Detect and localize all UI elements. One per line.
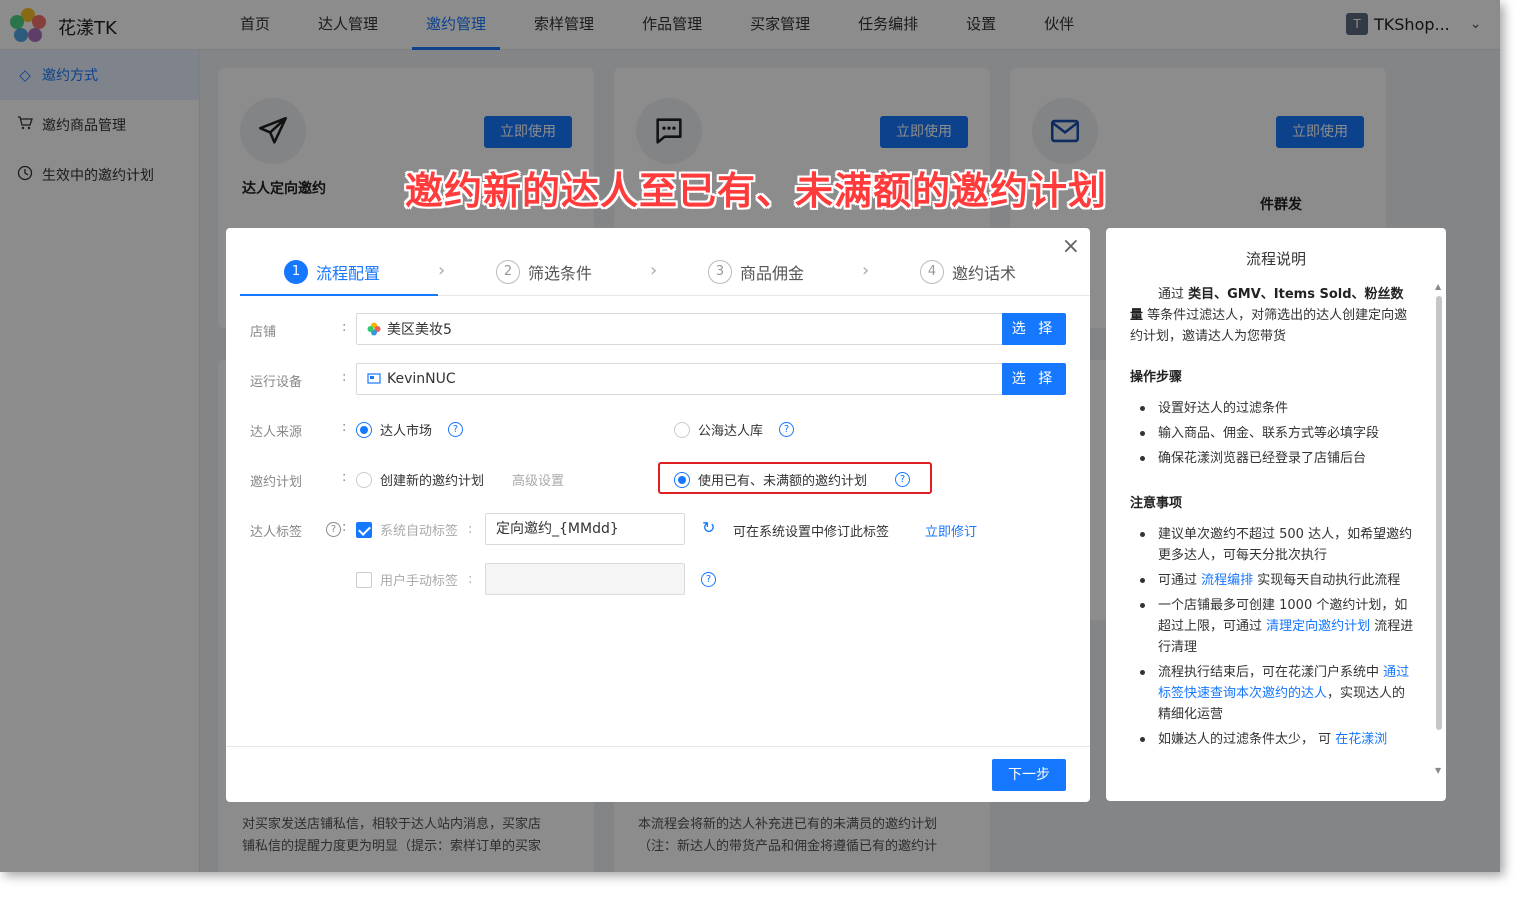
list-item: 如嫌达人的过滤条件太少， 可 在花漾浏 — [1130, 729, 1416, 750]
browser-link[interactable]: 在花漾浏 — [1335, 732, 1387, 747]
device-value: KevinNUC — [387, 371, 456, 387]
store-value: 美区美妆5 — [387, 322, 452, 338]
help-body: 通过 类目、GMV、Items Sold、粉丝数量 等条件过滤达人，对筛选出的达… — [1130, 284, 1416, 754]
store-logo-icon — [367, 322, 381, 336]
device-row: 运行设备 : KevinNUC 选 择 — [226, 363, 1090, 395]
monitor-icon — [367, 373, 381, 384]
help-panel: 流程说明 通过 类目、GMV、Items Sold、粉丝数量 等条件过滤达人，对… — [1106, 228, 1446, 801]
help-icon[interactable]: ? — [779, 422, 795, 437]
store-select-button[interactable]: 选 择 — [1002, 313, 1066, 345]
device-label: 运行设备 — [250, 375, 303, 390]
list-item: 输入商品、佣金、联系方式等必填字段 — [1130, 423, 1416, 444]
source-label: 达人来源 — [250, 425, 303, 440]
tags-label: 达人标签 — [250, 525, 303, 540]
auto-tag-checkbox[interactable]: 系统自动标签 : — [356, 520, 472, 539]
manual-tag-checkbox[interactable]: 用户手动标签 : — [356, 570, 472, 589]
help-icon[interactable]: ? — [326, 522, 341, 537]
steps-bar: 1 流程配置 › 2 筛选条件 › 3 商品佣金 › 4 邀约话术 — [240, 248, 1076, 296]
notes-list: 建议单次邀约不超过 500 达人，如希望邀约更多达人，可每天分批次执行 可通过 … — [1130, 524, 1416, 750]
auto-tag-input[interactable]: 定向邀约_{MMdd} — [485, 513, 685, 545]
source-market-radio[interactable]: 达人市场 ? — [356, 420, 464, 439]
refresh-icon[interactable]: ↻ — [702, 518, 715, 537]
app-window: 花漾TK 首页 达人管理 邀约管理 索样管理 作品管理 买家管理 任务编排 设置… — [0, 0, 1500, 872]
list-item: 流程执行结束后，可在花漾门户系统中 通过标签快速查询本次邀约的达人，实现达人的精… — [1130, 662, 1416, 725]
advanced-settings-link[interactable]: 高级设置 — [512, 470, 564, 489]
flow-config-dialog: × 1 流程配置 › 2 筛选条件 › 3 商品佣金 › 4 邀约话术 店铺:… — [226, 228, 1090, 802]
help-intro: 通过 类目、GMV、Items Sold、粉丝数量 等条件过滤达人，对筛选出的达… — [1130, 287, 1408, 344]
step-script[interactable]: 4 邀约话术 — [920, 248, 1016, 296]
step-flow-config[interactable]: 1 流程配置 — [284, 248, 380, 296]
list-item: 确保花漾浏览器已经登录了店铺后台 — [1130, 448, 1416, 469]
list-item: 设置好达人的过滤条件 — [1130, 398, 1416, 419]
help-icon[interactable]: ? — [448, 422, 464, 437]
store-row: 店铺 : 美区美妆5 选 择 — [226, 313, 1090, 345]
device-field[interactable]: KevinNUC — [356, 363, 1004, 395]
scroll-down-arrow[interactable]: ▼ — [1435, 766, 1441, 775]
next-button[interactable]: 下一步 — [992, 759, 1066, 791]
list-item: 建议单次邀约不超过 500 达人，如希望邀约更多达人，可每天分批次执行 — [1130, 524, 1416, 566]
scroll-up-arrow[interactable]: ▲ — [1435, 282, 1441, 291]
help-icon[interactable]: ? — [701, 572, 716, 587]
step-commission[interactable]: 3 商品佣金 — [708, 248, 804, 296]
chevron-right-icon: › — [438, 260, 446, 281]
notes-heading: 注意事项 — [1130, 496, 1183, 511]
tag-hint: 可在系统设置中修订此标签 — [733, 525, 890, 540]
revise-tag-link[interactable]: 立即修订 — [925, 521, 977, 540]
plan-new-radio[interactable]: 创建新的邀约计划 高级设置 — [356, 470, 564, 489]
highlight-box — [658, 462, 932, 494]
device-select-button[interactable]: 选 择 — [1002, 363, 1066, 395]
flow-orchestration-link[interactable]: 流程编排 — [1201, 573, 1253, 588]
source-pool-radio[interactable]: 公海达人库 ? — [674, 420, 795, 439]
plan-label: 邀约计划 — [250, 475, 303, 490]
dialog-footer: 下一步 — [226, 746, 1090, 802]
manual-tag-input[interactable] — [485, 563, 685, 595]
step-filters[interactable]: 2 筛选条件 — [496, 248, 592, 296]
help-scrollbar[interactable] — [1436, 296, 1442, 730]
list-item: 一个店铺最多可创建 1000 个邀约计划，如超过上限，可通过 清理定向邀约计划 … — [1130, 595, 1416, 658]
chevron-right-icon: › — [862, 260, 870, 281]
manual-tag-row: 用户手动标签 : ? — [226, 563, 1090, 595]
list-item: 可通过 流程编排 实现每天自动执行此流程 — [1130, 570, 1416, 591]
source-row: 达人来源 : 达人市场 ? 公海达人库 ? — [226, 413, 1090, 445]
store-field[interactable]: 美区美妆5 — [356, 313, 1004, 345]
help-title: 流程说明 — [1245, 250, 1306, 268]
tags-row: 达人标签 ? : 系统自动标签 : 定向邀约_{MMdd} ↻ 可在系统设置中修… — [226, 513, 1090, 545]
cleanup-plans-link[interactable]: 清理定向邀约计划 — [1266, 619, 1370, 634]
store-label: 店铺 — [250, 325, 277, 340]
chevron-right-icon: › — [650, 260, 658, 281]
steps-list: 设置好达人的过滤条件 输入商品、佣金、联系方式等必填字段 确保花漾浏览器已经登录… — [1130, 398, 1416, 469]
steps-heading: 操作步骤 — [1130, 370, 1183, 385]
annotation-banner: 邀约新的达人至已有、未满额的邀约计划 — [405, 169, 1108, 213]
